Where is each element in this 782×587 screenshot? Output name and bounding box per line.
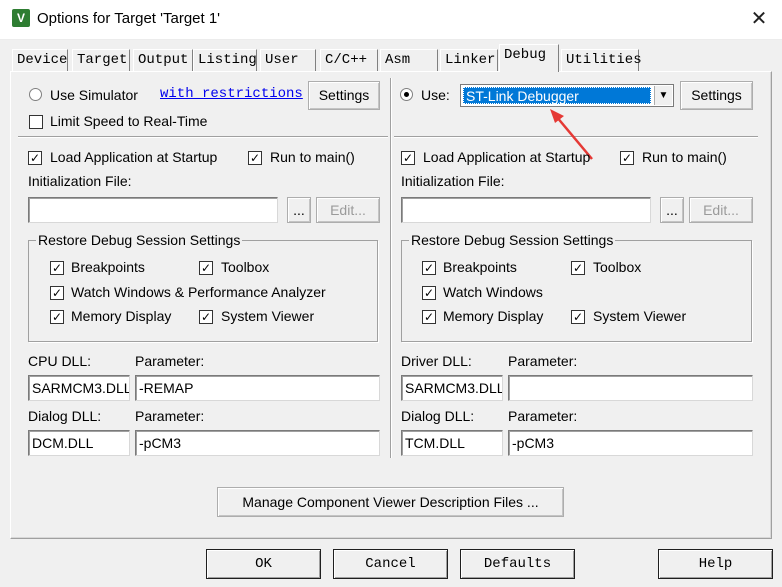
cpu-param-label: Parameter: — [135, 353, 205, 369]
sim-dialog-param-label: Parameter: — [135, 408, 205, 424]
hw-dialog-dll-label: Dialog DLL: — [401, 408, 475, 424]
sim-browse-button[interactable]: ... — [287, 197, 311, 223]
title-bar: V Options for Target 'Target 1' ✕ — [0, 0, 782, 40]
hw-sysviewer-checkbox[interactable]: ✓ — [571, 310, 585, 324]
hw-dialog-param-label: Parameter: — [508, 408, 578, 424]
hw-watch-label: Watch Windows — [443, 284, 543, 300]
sim-breakpoints-checkbox[interactable]: ✓ — [50, 261, 64, 275]
tab-linker[interactable]: Linker — [440, 49, 498, 71]
sim-toolbox-checkbox[interactable]: ✓ — [199, 261, 213, 275]
tab-utilities[interactable]: Utilities — [561, 49, 642, 71]
left-separator — [18, 136, 388, 138]
tab-device[interactable]: Device — [12, 49, 68, 71]
sim-watch-checkbox[interactable]: ✓ — [50, 286, 64, 300]
sim-sysviewer-checkbox[interactable]: ✓ — [199, 310, 213, 324]
sim-load-app-checkbox[interactable]: ✓ — [28, 151, 42, 165]
cpu-dll-input[interactable]: SARMCM3.DLL — [28, 375, 130, 401]
simulator-settings-button[interactable]: Settings — [308, 81, 380, 110]
sim-toolbox-label: Toolbox — [221, 259, 270, 275]
tab-output[interactable]: Output — [133, 49, 193, 71]
hw-browse-button[interactable]: ... — [660, 197, 684, 223]
sim-restore-title: Restore Debug Session Settings — [36, 232, 243, 248]
hw-toolbox-label: Toolbox — [593, 259, 642, 275]
cpu-dll-label: CPU DLL: — [28, 353, 92, 369]
cpu-param-input[interactable]: -REMAP — [135, 375, 380, 401]
hw-watch-checkbox[interactable]: ✓ — [422, 286, 436, 300]
sim-run-to-main-label: Run to main() — [270, 149, 355, 165]
debugger-settings-button[interactable]: Settings — [680, 81, 753, 110]
ok-button[interactable]: OK — [206, 549, 321, 579]
hw-dialog-dll-input[interactable]: TCM.DLL — [401, 430, 503, 456]
sim-breakpoints-label: Breakpoints — [71, 259, 145, 275]
tab-user[interactable]: User — [260, 49, 316, 71]
sim-sysviewer-label: System Viewer — [221, 308, 315, 324]
hw-edit-button[interactable]: Edit... — [689, 197, 753, 223]
hw-breakpoints-checkbox[interactable]: ✓ — [422, 261, 436, 275]
help-button[interactable]: Help — [658, 549, 773, 579]
sim-dialog-dll-label: Dialog DLL: — [28, 408, 102, 424]
sim-init-file-label: Initialization File: — [28, 173, 132, 189]
tab-cpp[interactable]: C/C++ — [320, 49, 378, 71]
use-debugger-radio[interactable] — [400, 88, 413, 101]
manage-component-viewer-button[interactable]: Manage Component Viewer Description File… — [217, 487, 564, 517]
sim-edit-button[interactable]: Edit... — [316, 197, 380, 223]
driver-param-input[interactable] — [508, 375, 753, 401]
limit-speed-checkbox[interactable] — [29, 115, 43, 129]
window-title: Options for Target 'Target 1' — [37, 10, 221, 27]
tab-asm[interactable]: Asm — [380, 49, 438, 71]
close-icon[interactable]: ✕ — [740, 4, 778, 34]
use-simulator-radio[interactable] — [29, 88, 42, 101]
hw-load-app-label: Load Application at Startup — [423, 149, 591, 165]
defaults-button[interactable]: Defaults — [460, 549, 575, 579]
use-debugger-label: Use: — [421, 87, 450, 103]
hw-restore-title: Restore Debug Session Settings — [409, 232, 616, 248]
hw-memory-checkbox[interactable]: ✓ — [422, 310, 436, 324]
sim-load-app-label: Load Application at Startup — [50, 149, 218, 165]
vertical-separator — [390, 78, 392, 458]
sim-dialog-dll-input[interactable]: DCM.DLL — [28, 430, 130, 456]
hw-init-file-input[interactable] — [401, 197, 651, 223]
hw-sysviewer-label: System Viewer — [593, 308, 687, 324]
tab-debug[interactable]: Debug — [499, 44, 559, 72]
tab-listing[interactable]: Listing — [193, 49, 257, 71]
hw-breakpoints-label: Breakpoints — [443, 259, 517, 275]
sim-watch-label: Watch Windows & Performance Analyzer — [71, 284, 326, 300]
driver-param-label: Parameter: — [508, 353, 578, 369]
sim-dialog-param-input[interactable]: -pCM3 — [135, 430, 380, 456]
sim-memory-checkbox[interactable]: ✓ — [50, 310, 64, 324]
driver-dll-input[interactable]: SARMCM3.DLL — [401, 375, 503, 401]
hw-run-to-main-label: Run to main() — [642, 149, 727, 165]
chevron-down-icon[interactable]: ▼ — [654, 86, 672, 105]
hw-run-to-main-checkbox[interactable]: ✓ — [620, 151, 634, 165]
hw-dialog-param-input[interactable]: -pCM3 — [508, 430, 753, 456]
hw-toolbox-checkbox[interactable]: ✓ — [571, 261, 585, 275]
hw-memory-label: Memory Display — [443, 308, 544, 324]
sim-run-to-main-checkbox[interactable]: ✓ — [248, 151, 262, 165]
keil-app-icon: V — [12, 9, 30, 27]
driver-dll-label: Driver DLL: — [401, 353, 472, 369]
limit-speed-label: Limit Speed to Real-Time — [50, 113, 208, 129]
sim-memory-label: Memory Display — [71, 308, 172, 324]
cancel-button[interactable]: Cancel — [333, 549, 448, 579]
sim-init-file-input[interactable] — [28, 197, 278, 223]
tab-target[interactable]: Target — [72, 49, 130, 71]
use-simulator-label: Use Simulator — [50, 87, 138, 103]
hw-init-file-label: Initialization File: — [401, 173, 505, 189]
debugger-selected-value: ST-Link Debugger — [463, 87, 651, 104]
with-restrictions-link[interactable]: with restrictions — [160, 86, 303, 102]
hw-load-app-checkbox[interactable]: ✓ — [401, 151, 415, 165]
